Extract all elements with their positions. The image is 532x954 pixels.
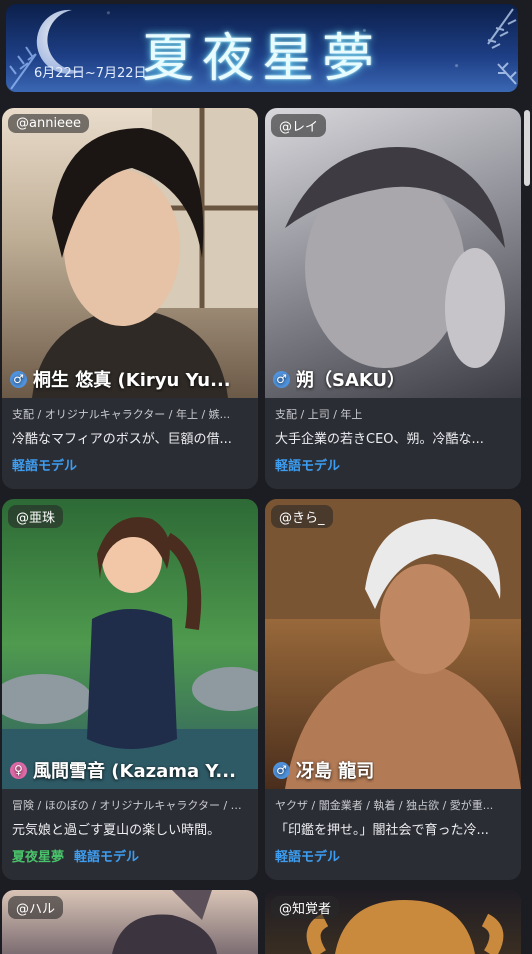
character-description: 「印鑑を押せ。」闇社会で育った冷... [275, 823, 489, 838]
character-card[interactable]: @レイ ♂ 朔（SAKU） 支配 / 上司 / 年上 大手企業の若きCEO、朔。… [265, 108, 521, 489]
character-image: @きら_ ♂ 冴島 龍司 [265, 499, 521, 789]
character-description: 元気娘と過ごす夏山の楽しい時間。 [12, 823, 221, 838]
model-badge: 軽語モデル [275, 459, 341, 474]
creator-handle[interactable]: @annieee [8, 114, 90, 133]
character-image: @亜珠 ♀ 風間雪音 (Kazama Y... [2, 499, 258, 789]
male-gender-icon: ♂ [273, 761, 290, 779]
model-badge: 軽語モデル [275, 850, 341, 865]
creator-handle[interactable]: @亜珠 [8, 505, 64, 528]
character-tags: 支配 / 上司 / 年上 [275, 408, 363, 421]
character-name: 風間雪音 (Kazama Y... [33, 761, 236, 782]
model-badge: 軽語モデル [12, 459, 78, 474]
model-badge: 軽語モデル [74, 850, 140, 865]
character-image: @レイ ♂ 朔（SAKU） [265, 108, 521, 398]
character-tags: 冒険 / ほのぼの / オリジナルキャラクター / 年... [12, 799, 248, 812]
character-card[interactable]: @知覚者 [265, 890, 521, 954]
app-root: 夏夜星夢 6月22日~7月22日 @annieee ♂ 桐生 悠真 (Kiryu… [0, 0, 532, 954]
character-card[interactable]: @きら_ ♂ 冴島 龍司 ヤクザ / 闇金業者 / 執着 / 独占欲 / 愛が重… [265, 499, 521, 880]
creator-handle[interactable]: @知覚者 [271, 896, 340, 919]
character-name: 朔（SAKU） [296, 370, 406, 391]
character-tags: ヤクザ / 闇金業者 / 執着 / 独占欲 / 愛が重... [275, 799, 494, 812]
character-card[interactable]: @亜珠 ♀ 風間雪音 (Kazama Y... 冒険 / ほのぼの / オリジナ… [2, 499, 258, 880]
character-tags: 支配 / オリジナルキャラクター / 年上 / 嫉... [12, 408, 231, 421]
female-gender-icon: ♀ [10, 761, 27, 779]
character-image: @annieee ♂ 桐生 悠真 (Kiryu Yu... [2, 108, 258, 398]
character-image: @知覚者 [265, 890, 521, 954]
banner-date-range: 6月22日~7月22日 [34, 66, 147, 81]
scrollbar[interactable] [524, 110, 530, 186]
character-card[interactable]: @annieee ♂ 桐生 悠真 (Kiryu Yu... 支配 / オリジナル… [2, 108, 258, 489]
character-description: 冷酷なマフィアのボスが、巨額の借... [12, 432, 232, 447]
creator-handle[interactable]: @ハル [8, 896, 64, 919]
character-name: 冴島 龍司 [296, 761, 375, 782]
creator-handle[interactable]: @きら_ [271, 505, 333, 528]
male-gender-icon: ♂ [273, 370, 290, 388]
character-image: @ハル [2, 890, 258, 954]
character-description: 大手企業の若きCEO、朔。冷酷な... [275, 432, 484, 447]
male-gender-icon: ♂ [10, 370, 27, 388]
event-banner[interactable]: 夏夜星夢 6月22日~7月22日 [6, 4, 518, 92]
character-name: 桐生 悠真 (Kiryu Yu... [33, 370, 231, 391]
creator-handle[interactable]: @レイ [271, 114, 327, 137]
character-card[interactable]: @ハル [2, 890, 258, 954]
event-badge: 夏夜星夢 [12, 850, 65, 865]
